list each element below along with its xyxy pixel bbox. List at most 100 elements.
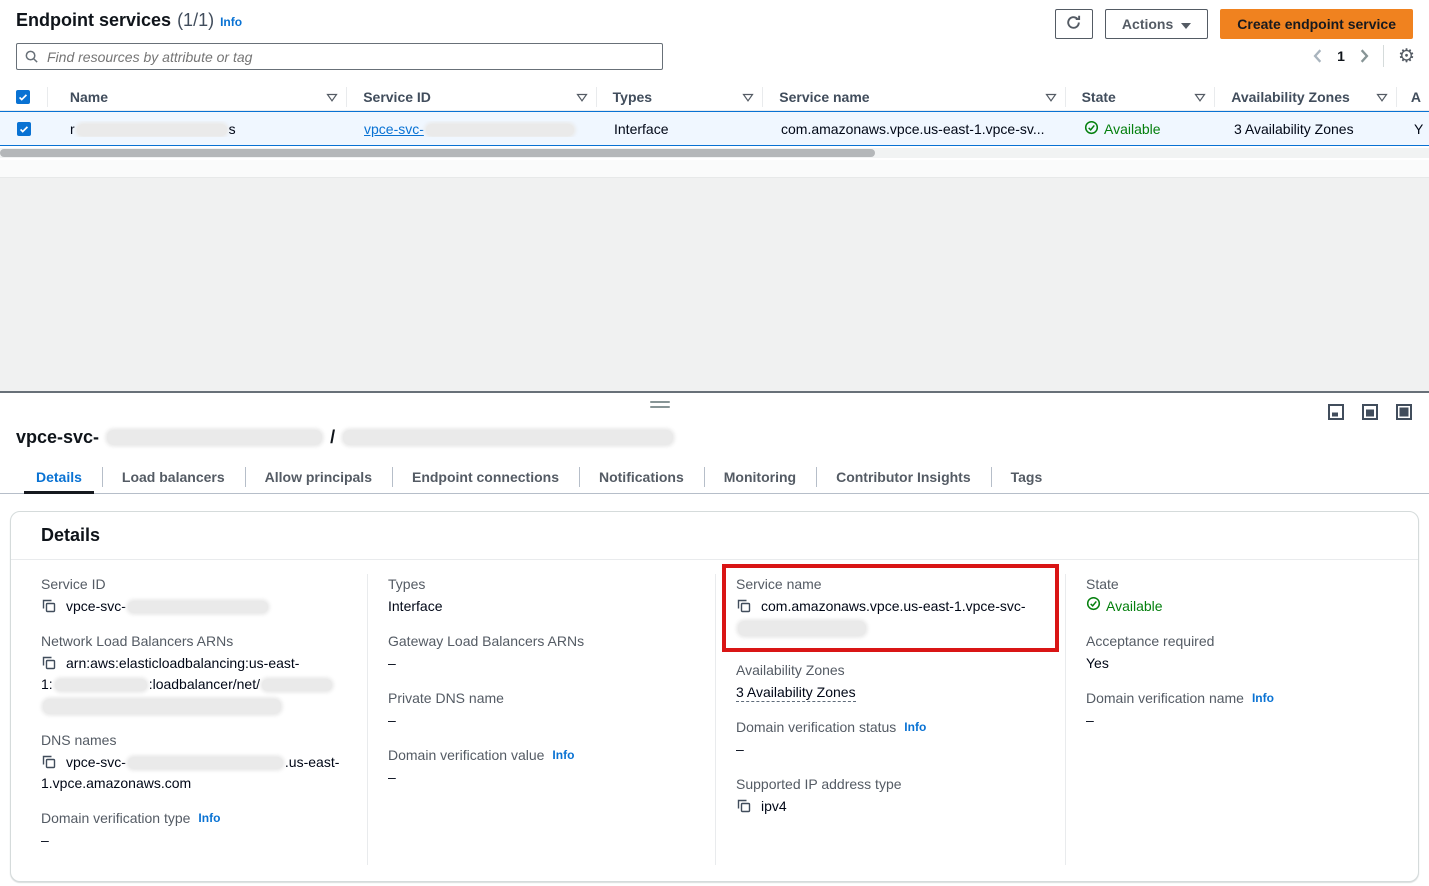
redacted-text <box>128 757 283 769</box>
status-badge: Available <box>1086 596 1163 617</box>
copy-icon[interactable] <box>41 754 57 770</box>
info-link[interactable]: Info <box>1252 688 1274 708</box>
create-endpoint-service-button[interactable]: Create endpoint service <box>1220 9 1413 39</box>
tab-monitoring[interactable]: Monitoring <box>704 461 816 493</box>
next-page-icon[interactable] <box>1359 49 1369 63</box>
copy-icon[interactable] <box>41 598 57 614</box>
tab-notifications[interactable]: Notifications <box>579 461 704 493</box>
column-header-availability-zones[interactable]: Availability Zones <box>1215 87 1397 107</box>
page-title: Endpoint services <box>16 10 171 31</box>
panel-position-full-icon[interactable] <box>1395 403 1413 421</box>
filter-icon[interactable] <box>742 89 754 105</box>
service-id-link[interactable]: vpce-svc- <box>364 121 576 137</box>
tab-bar: Details Load balancers Allow principals … <box>0 461 1429 494</box>
scrollbar-thumb[interactable] <box>0 149 875 157</box>
column-header-types[interactable]: Types <box>597 87 764 107</box>
panel-position-bottom-small-icon[interactable] <box>1327 403 1345 421</box>
refresh-icon <box>1065 14 1082 34</box>
field-domain-verification-status: Domain verification status Info – <box>736 717 1045 760</box>
info-link[interactable]: Info <box>552 745 574 765</box>
copy-icon[interactable] <box>41 655 57 671</box>
previous-page-icon[interactable] <box>1313 49 1323 63</box>
column-header-state[interactable]: State <box>1066 87 1216 107</box>
info-link[interactable]: Info <box>904 717 926 737</box>
split-panel-title: vpce-svc- / <box>16 427 1413 448</box>
cell-acceptance-truncated: Y <box>1400 121 1429 137</box>
redacted-text <box>738 621 866 636</box>
details-card-title: Details <box>11 512 1418 560</box>
column-header-name[interactable]: Name <box>48 87 347 107</box>
filter-icon[interactable] <box>326 89 338 105</box>
field-glb-arns: Gateway Load Balancers ARNs – <box>388 631 695 674</box>
tab-endpoint-connections[interactable]: Endpoint connections <box>392 461 579 493</box>
endpoint-services-list-panel: Endpoint services (1/1) Info Actions Cre… <box>0 0 1429 160</box>
filter-icon[interactable] <box>1376 89 1388 105</box>
divider <box>0 160 1429 178</box>
filter-icon[interactable] <box>576 89 588 105</box>
details-card: Details Service ID vpce-svc- Network Loa… <box>10 511 1419 882</box>
redacted-text <box>262 679 332 691</box>
filter-icon[interactable] <box>1045 89 1057 105</box>
divider <box>1383 45 1384 67</box>
tab-contributor-insights[interactable]: Contributor Insights <box>816 461 991 493</box>
field-service-id: Service ID vpce-svc- <box>41 574 347 617</box>
field-domain-verification-value: Domain verification value Info – <box>388 745 695 788</box>
field-supported-ip-address-type: Supported IP address type ipv4 <box>736 774 1045 817</box>
preferences-gear-icon[interactable]: ⚙ <box>1398 47 1415 66</box>
field-domain-verification-type: Domain verification type Info – <box>41 808 347 851</box>
check-circle-icon <box>1084 120 1099 138</box>
pagination: 1 ⚙ <box>1313 45 1415 67</box>
tab-allow-principals[interactable]: Allow principals <box>245 461 392 493</box>
details-column-2: Types Interface Gateway Load Balancers A… <box>368 574 716 865</box>
table-header: Name Service ID Types Service name State… <box>0 83 1429 111</box>
tab-load-balancers[interactable]: Load balancers <box>102 461 245 493</box>
column-header-service-id[interactable]: Service ID <box>347 87 596 107</box>
info-link[interactable]: Info <box>198 808 220 828</box>
check-circle-icon <box>1086 596 1101 617</box>
cell-name: rs <box>48 121 348 137</box>
redacted-text <box>343 430 673 445</box>
split-panel-drag-handle[interactable] <box>650 401 670 411</box>
refresh-button[interactable] <box>1055 9 1093 39</box>
redacted-text <box>426 124 574 136</box>
details-card-body: Service ID vpce-svc- Network Load Balanc… <box>11 560 1418 881</box>
horizontal-scrollbar[interactable] <box>0 148 1429 158</box>
split-panel-layout-controls <box>1327 403 1413 421</box>
table-row: rs vpce-svc- Interface com.amazonaws.vpc… <box>0 111 1429 146</box>
search-input[interactable] <box>16 43 663 70</box>
field-service-name: Service name com.amazonaws.vpce.us-east-… <box>736 574 1045 638</box>
page-background <box>0 178 1429 391</box>
cell-types: Interface <box>598 121 765 137</box>
availability-zones-link[interactable]: 3 Availability Zones <box>1234 121 1354 137</box>
caret-down-icon <box>1181 16 1191 32</box>
redacted-text <box>128 601 268 613</box>
page-header: Endpoint services (1/1) Info <box>16 10 242 31</box>
tab-details[interactable]: Details <box>16 461 102 493</box>
field-dns-names: DNS names vpce-svc-.us-east- 1.vpce.amaz… <box>41 730 347 794</box>
select-all-checkbox-cell <box>0 87 48 107</box>
field-acceptance-required: Acceptance required Yes <box>1086 631 1398 674</box>
field-types: Types Interface <box>388 574 695 617</box>
actions-label: Actions <box>1122 16 1173 32</box>
column-header-service-name[interactable]: Service name <box>763 87 1065 107</box>
tab-tags[interactable]: Tags <box>991 461 1063 493</box>
row-checkbox-cell <box>0 122 48 136</box>
availability-zones-link[interactable]: 3 Availability Zones <box>736 684 856 702</box>
row-checkbox[interactable] <box>17 122 31 136</box>
column-header-truncated[interactable]: A <box>1397 87 1429 107</box>
endpoint-services-table: Name Service ID Types Service name State… <box>0 83 1429 158</box>
result-count: (1/1) <box>177 10 214 31</box>
redacted-text <box>43 699 281 714</box>
cell-service-id: vpce-svc- <box>348 121 598 137</box>
info-link[interactable]: Info <box>220 15 242 29</box>
status-badge: Available <box>1084 120 1161 138</box>
select-all-checkbox[interactable] <box>16 90 30 104</box>
redacted-text <box>55 679 147 691</box>
filter-icon[interactable] <box>1194 89 1206 105</box>
panel-position-bottom-half-icon[interactable] <box>1361 403 1379 421</box>
copy-icon[interactable] <box>736 598 752 614</box>
redacted-text <box>77 124 227 136</box>
actions-button[interactable]: Actions <box>1105 9 1208 39</box>
page-number[interactable]: 1 <box>1333 48 1349 64</box>
copy-icon[interactable] <box>736 798 752 814</box>
